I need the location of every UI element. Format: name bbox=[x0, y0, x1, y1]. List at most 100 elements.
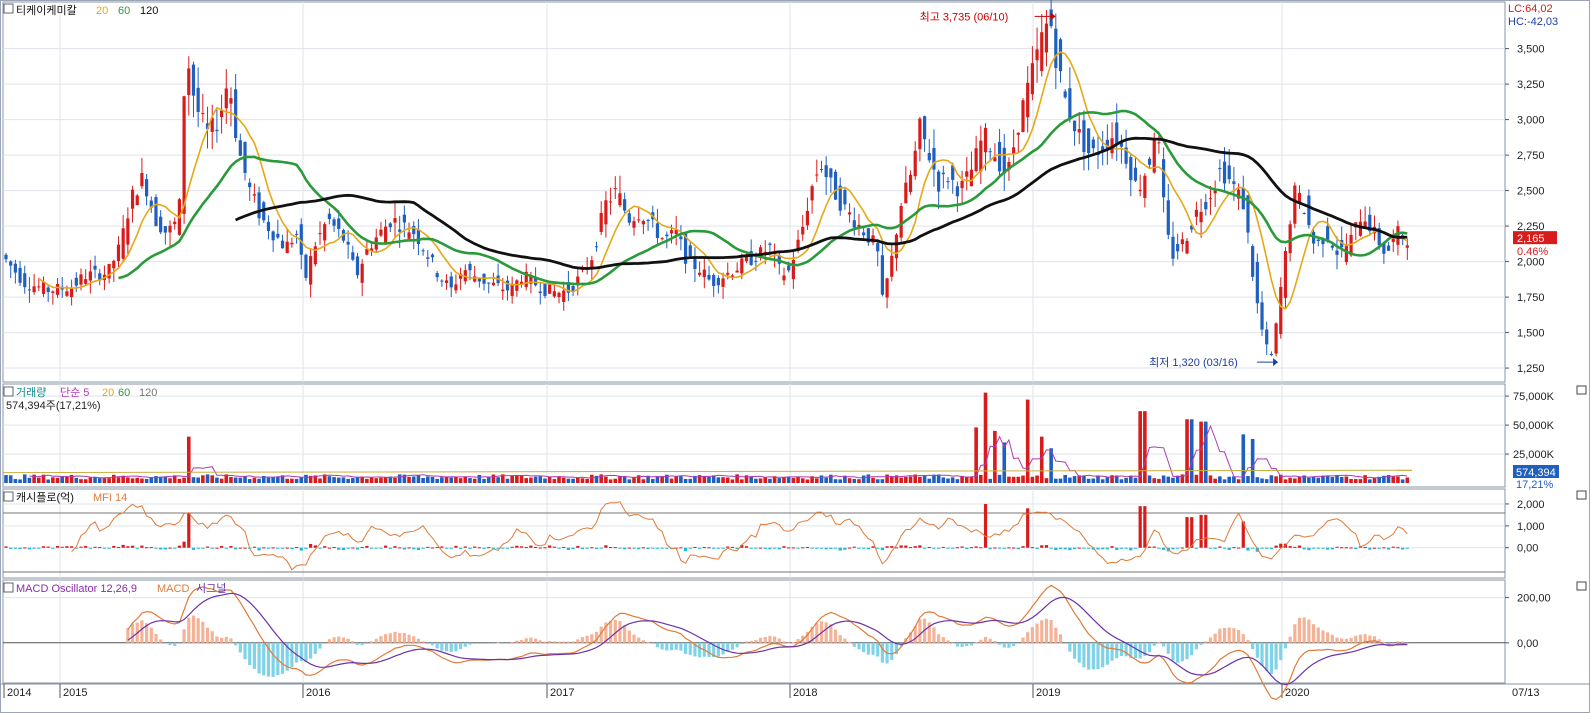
candle-body bbox=[623, 199, 627, 211]
volume-bar bbox=[529, 477, 533, 483]
candle-body bbox=[1166, 200, 1170, 235]
macd-osc-bar bbox=[1293, 624, 1297, 643]
macd-osc-bar bbox=[777, 638, 781, 643]
macd-osc-bar bbox=[524, 638, 528, 643]
volume-bar bbox=[126, 477, 130, 483]
mfi-title: MFI 14 bbox=[93, 492, 127, 504]
candle-body bbox=[1386, 245, 1391, 251]
cash-bar bbox=[1344, 547, 1348, 549]
price-ma-label: 120 bbox=[140, 5, 158, 17]
cash-bar bbox=[140, 545, 144, 548]
volume-bar bbox=[55, 477, 60, 483]
volume-bar bbox=[1054, 478, 1058, 483]
pane-maximize-icon[interactable] bbox=[1576, 385, 1587, 395]
cash-bar bbox=[515, 545, 519, 548]
macd-osc-bar bbox=[327, 639, 331, 643]
cash-bar bbox=[173, 547, 177, 549]
candle-body bbox=[698, 272, 702, 275]
cash-bar bbox=[201, 547, 205, 549]
cash-bar bbox=[1087, 547, 1091, 549]
macd-osc-bar bbox=[1115, 642, 1119, 659]
macd-osc-bar bbox=[876, 642, 880, 657]
macd-osc-bar bbox=[1087, 642, 1091, 670]
candle-body bbox=[1035, 49, 1039, 61]
cash-bar bbox=[1372, 547, 1377, 549]
cash-bar bbox=[1176, 547, 1180, 549]
cash-bar bbox=[866, 547, 870, 550]
candle-body bbox=[501, 289, 505, 292]
candle-body bbox=[894, 234, 899, 259]
macd-osc-bar bbox=[838, 635, 842, 643]
macd-osc-bar bbox=[182, 629, 186, 643]
cash-bar bbox=[693, 546, 697, 548]
macd-osc-bar bbox=[248, 642, 252, 666]
candle-body bbox=[669, 230, 674, 234]
macd-osc-bar bbox=[463, 642, 467, 647]
candle-body bbox=[79, 274, 83, 285]
candle-body bbox=[182, 96, 186, 214]
cash-bar bbox=[787, 547, 791, 549]
macd-osc-bar bbox=[683, 642, 688, 655]
macd-osc-bar bbox=[763, 636, 767, 643]
macd-osc-bar bbox=[791, 642, 795, 644]
candle-body bbox=[510, 283, 514, 297]
volume-tick-label: 50,000K bbox=[1513, 420, 1555, 432]
cash-bar bbox=[444, 547, 449, 549]
volume-bar bbox=[51, 477, 55, 483]
volume-bar bbox=[294, 478, 299, 483]
macd-osc-bar bbox=[833, 629, 838, 643]
pane-4-frame bbox=[2, 579, 1506, 684]
volume-bar bbox=[1339, 477, 1344, 483]
volume-bar bbox=[491, 474, 496, 483]
cash-bar bbox=[590, 547, 594, 549]
candle-body bbox=[1138, 189, 1142, 192]
volume-ma-type: 단순 5 bbox=[60, 386, 89, 399]
candle-body bbox=[1227, 165, 1231, 180]
cash-bar bbox=[1096, 547, 1100, 550]
price-low-label: 최저 1,320 (03/16) bbox=[1149, 356, 1238, 369]
cash-bar bbox=[988, 547, 992, 550]
volume-bar bbox=[983, 392, 988, 483]
cash-bar bbox=[1363, 546, 1367, 548]
volume-bar bbox=[824, 477, 828, 483]
volume-bar bbox=[735, 474, 739, 483]
cash-bar bbox=[983, 503, 988, 548]
cash-bar bbox=[454, 545, 458, 548]
volume-bar bbox=[1100, 479, 1105, 483]
volume-bar bbox=[1016, 476, 1021, 483]
candle-body bbox=[407, 232, 411, 239]
cash-bar bbox=[918, 545, 922, 548]
macd-osc-bar bbox=[1232, 628, 1236, 643]
candle-body bbox=[65, 291, 69, 296]
volume-bar bbox=[1110, 475, 1114, 483]
candle-body bbox=[1063, 91, 1067, 98]
volume-bar bbox=[37, 477, 41, 483]
candle-body bbox=[1157, 142, 1161, 144]
cash-bar bbox=[805, 547, 810, 549]
volume-bar bbox=[1307, 477, 1311, 483]
volume-bar bbox=[618, 476, 622, 483]
volume-bar bbox=[496, 477, 500, 483]
volume-bar bbox=[327, 476, 332, 483]
macd-osc-bar bbox=[1035, 623, 1039, 643]
volume-bar bbox=[97, 478, 102, 483]
volume-bar bbox=[201, 475, 205, 483]
cash-bar bbox=[566, 547, 570, 551]
macd-osc-bar bbox=[1227, 627, 1231, 643]
candle-body bbox=[1326, 226, 1330, 240]
cash-bar bbox=[1105, 547, 1109, 550]
candle-body bbox=[1030, 63, 1034, 95]
pane-maximize-icon[interactable] bbox=[1576, 490, 1587, 500]
volume-bar bbox=[130, 478, 135, 483]
macd-osc-bar bbox=[641, 640, 645, 643]
candle-body bbox=[487, 282, 491, 284]
candle-body bbox=[473, 276, 477, 282]
macd-osc-bar bbox=[1105, 642, 1109, 665]
cash-bar bbox=[1115, 547, 1119, 551]
pane-maximize-icon[interactable] bbox=[1576, 581, 1587, 591]
cash-bar bbox=[360, 547, 364, 549]
candle-body bbox=[927, 153, 931, 161]
cash-bar bbox=[271, 547, 275, 549]
volume-bar bbox=[440, 477, 444, 483]
cash-bar bbox=[37, 547, 41, 549]
